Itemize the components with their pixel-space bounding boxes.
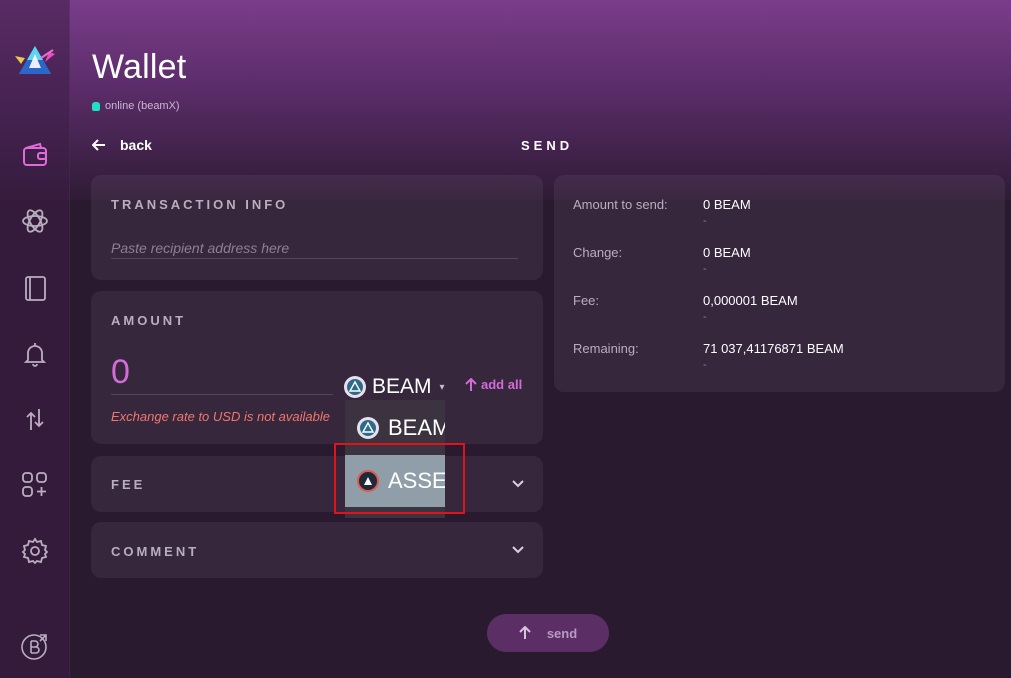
send-label: send bbox=[546, 625, 578, 641]
summary-sub: - bbox=[703, 215, 707, 227]
beam-logo-icon bbox=[15, 44, 55, 78]
chevron-down-icon[interactable] bbox=[511, 477, 525, 491]
summary-sub: - bbox=[703, 359, 707, 371]
beam-coin-icon bbox=[344, 376, 366, 398]
send-button[interactable]: send bbox=[487, 614, 609, 652]
asset-coin-icon bbox=[357, 470, 379, 492]
summary-value: 0,000001 BEAM bbox=[703, 293, 798, 308]
summary-key: Fee: bbox=[573, 293, 600, 308]
transaction-info-panel: TRANSACTION INFO bbox=[91, 175, 543, 280]
sidebar bbox=[0, 0, 70, 678]
add-all-label: add all bbox=[481, 377, 523, 392]
dropdown-option-label: BEAM bbox=[388, 415, 445, 440]
summary-key: Remaining: bbox=[573, 341, 639, 356]
connection-status: online (beamX) bbox=[92, 100, 180, 112]
comment-label: COMMENT bbox=[111, 544, 200, 559]
summary-value: 71 037,41176871 BEAM bbox=[703, 341, 844, 356]
summary-panel: Amount to send: 0 BEAM - Change: 0 BEAM … bbox=[554, 175, 1005, 392]
page-title: Wallet bbox=[92, 48, 187, 86]
section-heading: SEND bbox=[521, 138, 574, 153]
status-text: online (beamX) bbox=[105, 100, 180, 112]
selected-asset-label: BEAM bbox=[372, 375, 432, 398]
back-button[interactable]: back bbox=[92, 137, 152, 153]
bell-icon[interactable] bbox=[20, 339, 50, 369]
comment-panel[interactable]: COMMENT bbox=[91, 522, 543, 578]
dropdown-option-label: ASSE bbox=[388, 468, 445, 493]
summary-sub: - bbox=[703, 311, 707, 323]
chevron-down-icon[interactable] bbox=[511, 543, 525, 557]
wallet-icon[interactable] bbox=[20, 140, 50, 170]
beam-external-icon[interactable] bbox=[20, 631, 50, 661]
amount-panel: AMOUNT Exchange rate to USD is not avail… bbox=[91, 291, 543, 444]
atom-icon[interactable] bbox=[20, 206, 50, 236]
amount-label: AMOUNT bbox=[111, 313, 187, 328]
summary-sub: - bbox=[703, 263, 707, 275]
amount-input[interactable] bbox=[111, 351, 333, 395]
add-all-button[interactable]: add all bbox=[465, 377, 522, 392]
apps-grid-icon[interactable] bbox=[20, 470, 50, 500]
fee-panel[interactable]: FEE bbox=[91, 456, 543, 512]
beam-coin-icon bbox=[357, 417, 379, 439]
arrow-up-icon bbox=[465, 377, 477, 391]
arrow-up-icon bbox=[519, 626, 531, 639]
dropdown-option-beam[interactable]: BEAM bbox=[345, 402, 445, 454]
dropdown-option-asset[interactable]: ASSE bbox=[345, 455, 445, 507]
settings-gear-icon[interactable] bbox=[20, 536, 50, 566]
arrow-left-icon bbox=[92, 139, 105, 151]
summary-key: Change: bbox=[573, 245, 623, 260]
transaction-info-label: TRANSACTION INFO bbox=[111, 197, 289, 212]
summary-value: 0 BEAM bbox=[703, 197, 751, 212]
summary-key: Amount to send: bbox=[573, 197, 668, 212]
address-book-icon[interactable] bbox=[20, 273, 50, 303]
summary-value: 0 BEAM bbox=[703, 245, 751, 260]
asset-dropdown: BEAM ASSE bbox=[345, 400, 445, 518]
caret-down-icon: ▾ bbox=[439, 381, 445, 393]
exchange-rate-error: Exchange rate to USD is not available bbox=[111, 409, 330, 424]
transfer-arrows-icon[interactable] bbox=[20, 404, 50, 434]
online-lock-icon bbox=[92, 101, 100, 111]
fee-label: FEE bbox=[111, 477, 146, 492]
asset-selector[interactable]: BEAM ▾ bbox=[344, 375, 445, 399]
back-label: back bbox=[120, 137, 152, 153]
recipient-address-input[interactable] bbox=[111, 237, 518, 259]
